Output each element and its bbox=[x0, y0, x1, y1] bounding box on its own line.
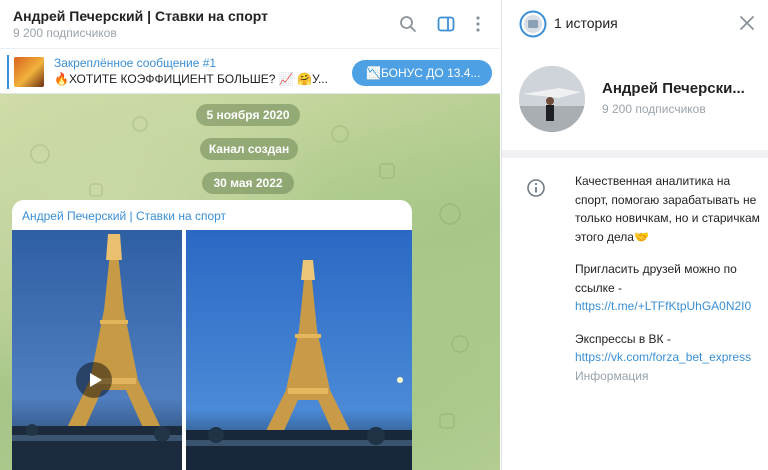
search-icon[interactable] bbox=[398, 14, 418, 34]
invite-link[interactable]: https://t.me/+LTFfKtpUhGA0N2I0 bbox=[575, 297, 760, 316]
channel-subscribers: 9 200 подписчиков bbox=[13, 26, 117, 40]
chat-header[interactable]: Андрей Печерский | Ставки на спорт 9 200… bbox=[0, 0, 500, 48]
invite-text: Пригласить друзей можно по ссылке - bbox=[575, 262, 737, 295]
channel-title[interactable]: Андрей Печерский | Ставки на спорт bbox=[13, 8, 268, 24]
profile-photo bbox=[519, 66, 585, 132]
info-label: Информация bbox=[575, 368, 649, 383]
eiffel-tower-image bbox=[12, 230, 182, 470]
pinned-text: 🔥ХОТИТЕ КОЭФФИЦИЕНТ БОЛЬШЕ? 📈 🤗У... bbox=[54, 72, 328, 86]
description-text: Качественная аналитика на спорт, помогаю… bbox=[575, 174, 760, 244]
avatar[interactable] bbox=[519, 66, 585, 132]
vk-text: Экспрессы в ВК - bbox=[575, 331, 671, 346]
chat-panel: Андрей Печерский | Ставки на спорт 9 200… bbox=[0, 0, 500, 470]
vk-link[interactable]: https://vk.com/forza_bet_express bbox=[575, 348, 760, 367]
more-menu-icon[interactable] bbox=[468, 14, 488, 34]
stories-label[interactable]: 1 история bbox=[554, 15, 618, 31]
pinned-thumbnail bbox=[14, 57, 44, 87]
pinned-indicator bbox=[7, 55, 9, 89]
video-thumbnail[interactable] bbox=[12, 230, 182, 470]
profile-subscribers: 9 200 подписчиков bbox=[602, 102, 706, 116]
stories-icon[interactable] bbox=[519, 10, 547, 38]
message-author[interactable]: Андрей Печерский | Ставки на спорт bbox=[22, 209, 226, 223]
play-button[interactable] bbox=[76, 362, 112, 398]
eiffel-tower-image bbox=[186, 230, 412, 470]
close-icon[interactable] bbox=[738, 14, 756, 32]
photo-thumbnail[interactable] bbox=[186, 230, 412, 470]
channel-description: Качественная аналитика на спорт, помогаю… bbox=[575, 172, 760, 385]
date-pill: 30 мая 2022 bbox=[202, 172, 294, 194]
pinned-message[interactable]: Закреплённое сообщение #1 🔥ХОТИТЕ КОЭФФИ… bbox=[0, 48, 500, 94]
profile-name: Андрей Печерски... bbox=[602, 80, 745, 97]
sidebar-toggle-icon[interactable] bbox=[436, 14, 456, 34]
message-bubble[interactable]: Андрей Печерский | Ставки на спорт bbox=[12, 200, 412, 470]
section-divider bbox=[502, 150, 768, 158]
date-pill: 5 ноября 2020 bbox=[196, 104, 300, 126]
service-message: Канал создан bbox=[200, 138, 298, 160]
bonus-button[interactable]: 📉БОНУС ДО 13.4... bbox=[352, 60, 492, 86]
info-icon bbox=[527, 179, 545, 197]
play-icon bbox=[90, 373, 102, 387]
channel-info-panel: 1 история Андрей Печерски... 9 200 подпи… bbox=[501, 0, 768, 470]
pinned-title: Закреплённое сообщение #1 bbox=[54, 56, 217, 70]
